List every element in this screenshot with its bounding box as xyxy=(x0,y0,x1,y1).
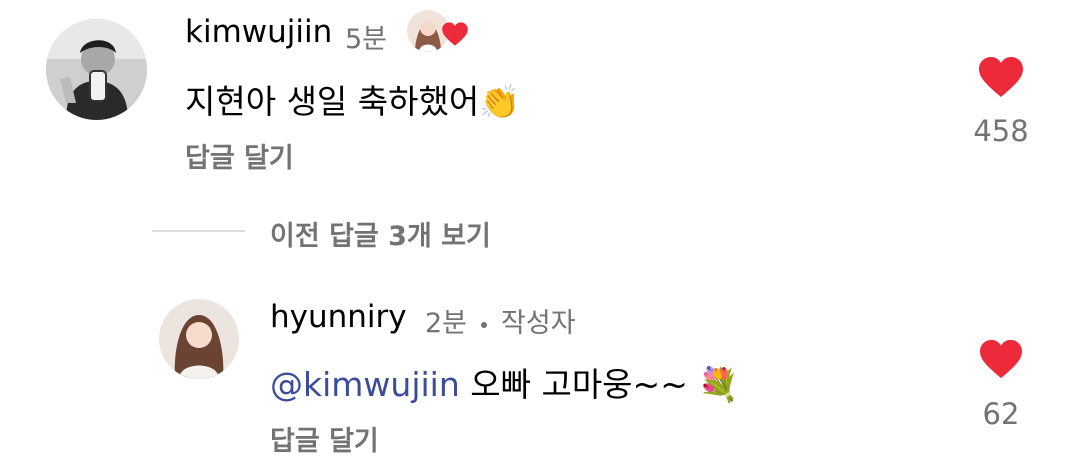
comment-like-count: 458 xyxy=(973,114,1029,148)
commenter-username[interactable]: kimwujiin xyxy=(185,14,332,50)
reply-like-count: 62 xyxy=(982,397,1020,431)
bouquet-emoji: 💐 xyxy=(698,365,740,404)
heart-icon[interactable] xyxy=(976,55,1026,99)
reply-timestamp: 2분 xyxy=(425,308,468,339)
heart-icon[interactable] xyxy=(977,338,1025,380)
heart-icon xyxy=(442,22,468,46)
commenter-avatar[interactable] xyxy=(46,19,147,120)
mention-link[interactable]: @kimwujiin xyxy=(270,365,460,404)
user-avatar-icon xyxy=(159,299,239,379)
view-previous-replies-button[interactable]: 이전 답글 3개 보기 xyxy=(270,214,491,253)
author-badge: 작성자 xyxy=(501,308,576,339)
comment-text: 지현아 생일 축하했어👏 xyxy=(185,75,520,123)
clapping-hands-emoji: 👏 xyxy=(479,82,521,121)
reply-author-avatar[interactable] xyxy=(159,299,239,379)
reply-button[interactable]: 답글 달기 xyxy=(270,419,379,458)
reply-text: @kimwujiin 오빠 고마웅~~ 💐 xyxy=(270,358,739,406)
author-liked-badge xyxy=(407,10,469,54)
comment-timestamp: 5분 xyxy=(345,24,388,55)
reply-username[interactable]: hyunniry xyxy=(270,299,407,335)
thread-divider xyxy=(152,230,245,232)
reply-button[interactable]: 답글 달기 xyxy=(185,136,294,175)
comment-text-content: 지현아 생일 축하했어 xyxy=(185,82,480,121)
user-avatar-icon xyxy=(46,19,147,120)
separator-dot xyxy=(481,321,488,328)
reply-meta: 2분 작성자 xyxy=(425,301,576,340)
reply-text-content: 오빠 고마웅~~ xyxy=(470,365,688,404)
